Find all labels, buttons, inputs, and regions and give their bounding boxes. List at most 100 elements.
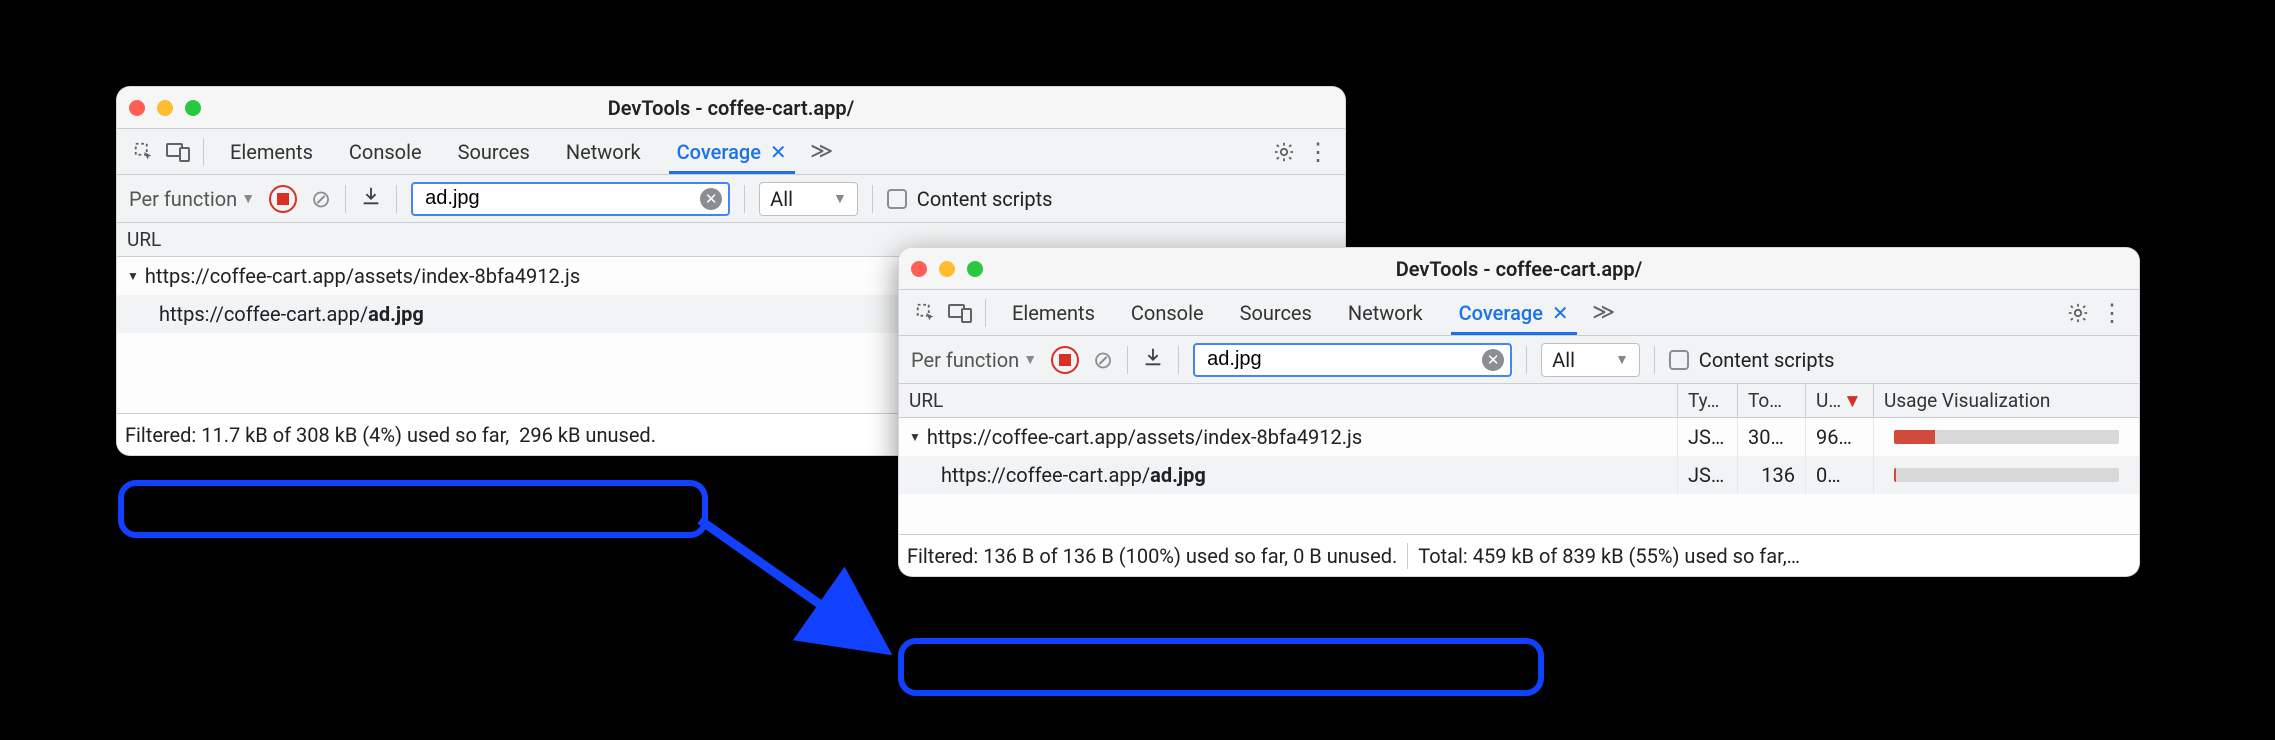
tab-coverage[interactable]: Coverage ✕ [659, 129, 805, 174]
divider [872, 185, 873, 213]
window-controls [911, 261, 983, 277]
content-scripts-label: Content scripts [917, 187, 1053, 211]
type-filter-dropdown[interactable]: All▼ [759, 182, 858, 216]
row-usage [1874, 456, 2139, 494]
column-total[interactable]: To… [1738, 384, 1806, 417]
total-stats: Total: 459 kB of 839 kB (55%) used so fa… [1418, 544, 1800, 568]
clear-icon[interactable]: ⊘ [311, 185, 331, 213]
window-controls [129, 100, 201, 116]
divider [1654, 346, 1655, 374]
url-filter-text[interactable] [1205, 347, 1474, 372]
column-unused[interactable]: U…▼ [1806, 384, 1874, 417]
status-bar: Filtered: 136 B of 136 B (100%) used so … [899, 534, 2139, 576]
record-button[interactable] [269, 185, 297, 213]
tab-coverage[interactable]: Coverage ✕ [1441, 290, 1587, 335]
settings-icon[interactable] [2061, 296, 2095, 330]
row-url: https://coffee-cart.app/assets/index-8bf… [927, 425, 1362, 449]
row-url-match: ad.jpg [1150, 463, 1206, 487]
granularity-label: Per function [129, 187, 237, 211]
divider [985, 299, 986, 327]
row-url: https://coffee-cart.app/assets/index-8bf… [145, 264, 580, 288]
annotation-highlight-after [898, 638, 1544, 696]
more-tabs-icon[interactable]: ≫ [1587, 296, 1621, 330]
tab-console[interactable]: Console [331, 129, 440, 174]
kebab-menu-icon[interactable]: ⋮ [2095, 296, 2129, 330]
titlebar[interactable]: DevTools - coffee-cart.app/ [899, 248, 2139, 290]
minimize-window-icon[interactable] [157, 100, 173, 116]
row-unused: 0… [1806, 456, 1874, 494]
row-usage [1874, 418, 2139, 456]
device-toolbar-icon[interactable] [161, 135, 195, 169]
filtered-stats: Filtered: 136 B of 136 B (100%) used so … [907, 544, 1397, 568]
tab-sources[interactable]: Sources [1222, 290, 1330, 335]
settings-icon[interactable] [1267, 135, 1301, 169]
column-usage[interactable]: Usage Visualization [1874, 384, 2139, 417]
panel-tabs: Elements Console Sources Network Coverag… [899, 290, 2139, 336]
row-unused: 96… [1806, 418, 1874, 456]
tab-network[interactable]: Network [1330, 290, 1441, 335]
coverage-table: ▼ https://coffee-cart.app/assets/index-8… [899, 418, 2139, 534]
divider [1178, 346, 1179, 374]
filtered-stats: Filtered: 11.7 kB of 308 kB (4%) used so… [125, 423, 509, 447]
row-total: 136 [1738, 456, 1806, 494]
divider [203, 138, 204, 166]
maximize-window-icon[interactable] [185, 100, 201, 116]
maximize-window-icon[interactable] [967, 261, 983, 277]
granularity-dropdown[interactable]: Per function▼ [911, 348, 1037, 372]
row-url-prefix: https://coffee-cart.app/ [941, 463, 1150, 487]
divider [345, 185, 346, 213]
titlebar[interactable]: DevTools - coffee-cart.app/ [117, 87, 1345, 129]
clear-filter-icon[interactable]: ✕ [700, 188, 722, 210]
table-row[interactable]: ▼ https://coffee-cart.app/assets/index-8… [899, 418, 2139, 456]
coverage-toolbar: Per function▼ ⊘ ✕ All▼ Content scripts [117, 175, 1345, 223]
url-filter-input[interactable]: ✕ [1193, 343, 1512, 377]
url-filter-input[interactable]: ✕ [411, 182, 730, 216]
content-scripts-toggle[interactable]: Content scripts [887, 187, 1053, 211]
close-tab-icon[interactable]: ✕ [765, 140, 787, 164]
checkbox-icon[interactable] [887, 189, 907, 209]
divider [1526, 346, 1527, 374]
column-url[interactable]: URL [899, 384, 1678, 417]
divider [1127, 346, 1128, 374]
close-tab-icon[interactable]: ✕ [1547, 301, 1569, 325]
close-window-icon[interactable] [911, 261, 927, 277]
row-url-prefix: https://coffee-cart.app/ [159, 302, 368, 326]
tab-console[interactable]: Console [1113, 290, 1222, 335]
granularity-label: Per function [911, 348, 1019, 372]
minimize-window-icon[interactable] [939, 261, 955, 277]
window-title: DevTools - coffee-cart.app/ [117, 96, 1345, 120]
kebab-menu-icon[interactable]: ⋮ [1301, 135, 1335, 169]
record-button[interactable] [1051, 346, 1079, 374]
window-title: DevTools - coffee-cart.app/ [899, 257, 2139, 281]
inspect-element-icon[interactable] [127, 135, 161, 169]
tab-elements[interactable]: Elements [994, 290, 1113, 335]
granularity-dropdown[interactable]: Per function▼ [129, 187, 255, 211]
coverage-toolbar: Per function▼ ⊘ ✕ All▼ Content scripts [899, 336, 2139, 384]
disclosure-triangle-icon[interactable]: ▼ [127, 269, 139, 283]
tab-elements[interactable]: Elements [212, 129, 331, 174]
export-icon[interactable] [360, 185, 382, 212]
table-row[interactable]: https://coffee-cart.app/ad.jpg JS… 136 0… [899, 456, 2139, 494]
inspect-element-icon[interactable] [909, 296, 943, 330]
row-url-match: ad.jpg [368, 302, 424, 326]
close-window-icon[interactable] [129, 100, 145, 116]
divider [744, 185, 745, 213]
tab-sources[interactable]: Sources [440, 129, 548, 174]
type-filter-dropdown[interactable]: All▼ [1541, 343, 1640, 377]
clear-icon[interactable]: ⊘ [1093, 346, 1113, 374]
clear-filter-icon[interactable]: ✕ [1482, 349, 1504, 371]
disclosure-triangle-icon[interactable]: ▼ [909, 430, 921, 444]
divider [396, 185, 397, 213]
checkbox-icon[interactable] [1669, 350, 1689, 370]
more-tabs-icon[interactable]: ≫ [805, 135, 839, 169]
column-type[interactable]: Ty… [1678, 384, 1738, 417]
content-scripts-label: Content scripts [1699, 348, 1835, 372]
type-filter-label: All [770, 187, 793, 211]
device-toolbar-icon[interactable] [943, 296, 977, 330]
content-scripts-toggle[interactable]: Content scripts [1669, 348, 1835, 372]
url-filter-text[interactable] [423, 186, 692, 211]
tab-network[interactable]: Network [548, 129, 659, 174]
sort-desc-icon: ▼ [1843, 389, 1862, 413]
export-icon[interactable] [1142, 346, 1164, 373]
annotation-highlight-before [118, 480, 708, 538]
